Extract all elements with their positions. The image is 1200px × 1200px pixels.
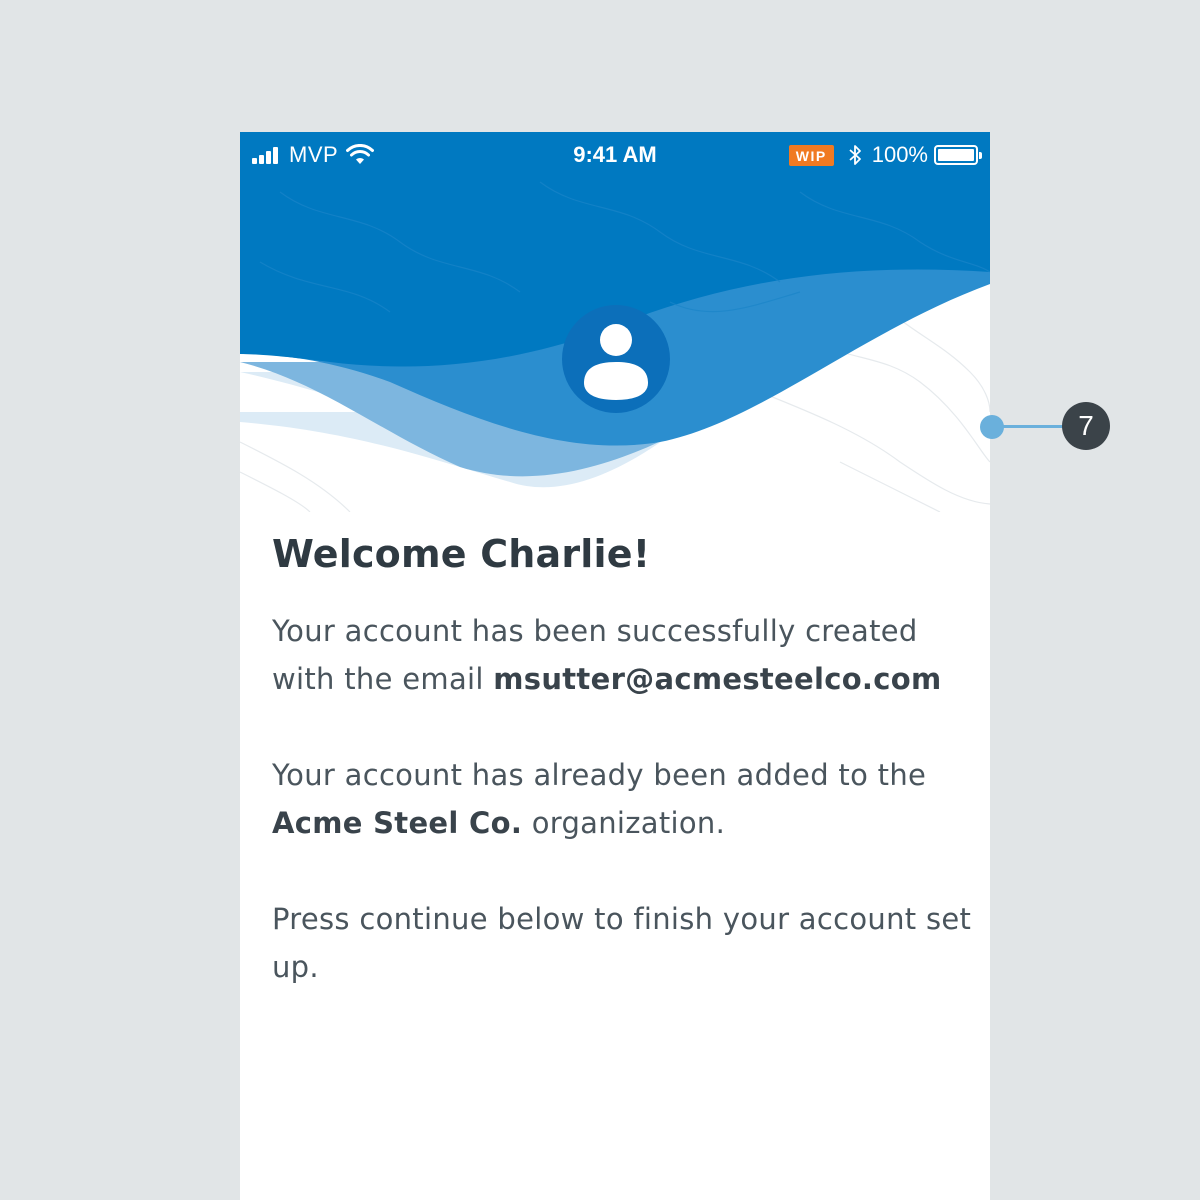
welcome-content: Welcome Charlie! Your account has been s… — [272, 530, 972, 991]
battery-icon — [934, 145, 982, 165]
battery-percentage: 100% — [871, 142, 928, 167]
annotation-number-badge: 7 — [1062, 402, 1110, 450]
user-avatar — [562, 305, 670, 413]
continue-instruction: Press continue below to finish your acco… — [272, 902, 972, 984]
organization-text-before: Your account has already been added to t… — [272, 758, 927, 792]
account-email: msutter@acmesteelco.com — [493, 662, 942, 696]
wip-badge: WIP — [788, 144, 834, 166]
user-icon — [584, 324, 648, 400]
bluetooth-icon — [848, 143, 862, 167]
page-title: Welcome Charlie! — [272, 532, 651, 576]
organization-name: Acme Steel Co. — [272, 806, 523, 840]
annotation-connector — [996, 425, 1066, 428]
account-created-message: Your account has been successfully creat… — [272, 607, 972, 703]
organization-text-after: organization. — [522, 806, 726, 840]
annotation-anchor-dot — [980, 415, 1004, 439]
phone-screen: MVP 9:41 AM WIP 100% Welcome Charlie! Yo… — [240, 132, 990, 1200]
organization-message: Your account has already been added to t… — [272, 751, 972, 847]
status-right: WIP 100% — [788, 141, 982, 169]
status-bar: MVP 9:41 AM WIP 100% — [240, 132, 990, 178]
